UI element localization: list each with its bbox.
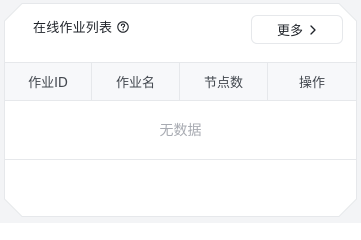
panel-header: 在线作业列表 xyxy=(33,17,129,36)
panel-title: 在线作业列表 xyxy=(33,21,113,36)
more-button[interactable]: 更多 xyxy=(251,15,343,44)
column-header-actions[interactable]: 操作 xyxy=(268,63,357,100)
column-header-job-id[interactable]: 作业ID xyxy=(4,63,92,100)
jobs-table: 作业ID 作业名 节点数 操作 无数据 xyxy=(4,62,357,160)
table-empty-row: 无数据 xyxy=(4,101,357,160)
page: 在线作业列表 更多 作业ID 作业名 节点数 操作 无数据 xyxy=(0,0,361,223)
question-circle-icon[interactable] xyxy=(117,20,129,33)
more-button-label: 更多 xyxy=(276,24,303,39)
table-header: 作业ID 作业名 节点数 操作 xyxy=(4,62,357,101)
column-header-node-count[interactable]: 节点数 xyxy=(180,63,268,100)
column-header-job-name[interactable]: 作业名 xyxy=(92,63,180,100)
chevron-right-icon xyxy=(309,24,317,35)
empty-state-text: 无数据 xyxy=(159,123,202,139)
